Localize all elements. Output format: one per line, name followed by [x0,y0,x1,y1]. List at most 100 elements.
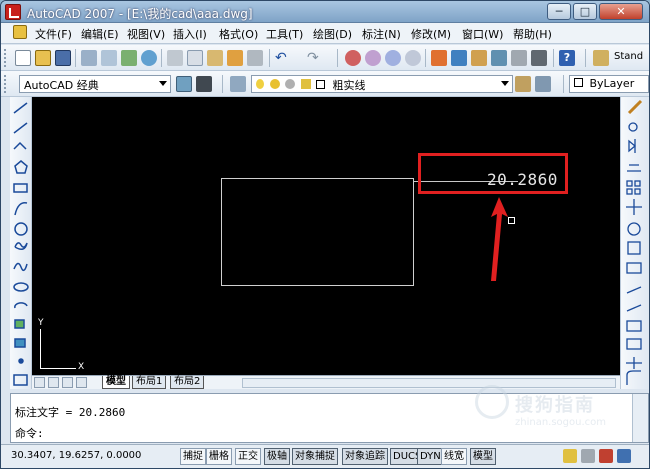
prev-tab-button[interactable] [48,377,59,388]
next-tab-button[interactable] [62,377,73,388]
help-icon[interactable]: ? [559,50,575,66]
watermark-circle-icon [475,385,509,419]
print-icon[interactable] [81,50,97,66]
autocad-app-icon[interactable] [5,4,21,20]
color-combo[interactable]: ByLayer [569,75,649,93]
copy-icon[interactable] [187,50,203,66]
redo-icon[interactable]: ↷ [307,50,323,66]
menu-insert[interactable]: 插入(I) [173,26,207,42]
copy-object-icon [628,122,638,132]
open-icon[interactable] [35,50,51,66]
menu-help[interactable]: 帮助(H) [513,26,552,42]
ellipse-arc-icon [14,302,28,309]
workspace-save-icon[interactable] [196,76,212,92]
rectangle-icon [13,183,28,193]
properties-icon[interactable] [431,50,447,66]
toolbar-separator [337,49,338,67]
design-center-icon[interactable] [451,50,467,66]
red-arrow-annotation [491,197,508,281]
communication-center-icon[interactable] [563,449,577,463]
model-toggle[interactable]: 模型 [470,448,496,465]
dyn-toggle[interactable]: DYN [417,448,444,465]
insert-block-icon [14,319,25,329]
menu-edit[interactable]: 编辑(E) [81,26,119,42]
calculator-icon[interactable] [531,50,547,66]
drawn-rectangle[interactable] [221,178,414,286]
text-style-combo[interactable]: Stand [614,51,643,62]
sheet-set-icon[interactable] [491,50,507,66]
markup-icon[interactable] [511,50,527,66]
match-properties-icon[interactable] [227,50,243,66]
paste-icon[interactable] [207,50,223,66]
array-icon [626,180,633,187]
toolbar-separator [222,75,223,93]
highlight-box [418,153,568,194]
menu-modify[interactable]: 修改(M) [411,26,451,42]
snap-toggle[interactable]: 捕捉 [180,448,206,465]
toolbar-grip[interactable] [4,75,7,93]
tool-palettes-icon[interactable] [471,50,487,66]
ucs-y-axis [40,329,41,369]
toolbar-grip[interactable] [4,49,7,67]
autocad-window: AutoCAD 2007 - [E:\我的cad\aaa.dwg] ─ □ ✕ … [0,0,650,469]
doc-menu-icon[interactable] [13,25,27,39]
publish-icon[interactable] [121,50,137,66]
join-icon [626,338,642,350]
selection-grip[interactable] [508,217,515,224]
3d-publish-icon[interactable] [141,50,157,66]
tab-model[interactable]: 模型 [102,376,130,389]
zoom-window-icon[interactable] [385,50,401,66]
text-style-icon[interactable] [593,50,609,66]
command-prompt[interactable]: 命令: [15,425,44,441]
menu-format[interactable]: 格式(O) [219,26,258,42]
new-icon[interactable] [15,50,31,66]
menu-file[interactable]: 文件(F) [35,26,72,42]
polar-toggle[interactable]: 极轴 [264,448,290,465]
rotate-icon [627,222,641,236]
save-icon[interactable] [55,50,71,66]
menu-draw[interactable]: 绘图(D) [313,26,352,42]
command-scrollbar[interactable] [632,394,648,442]
chevron-down-icon [501,81,509,86]
cut-icon[interactable] [167,50,183,66]
menu-window[interactable]: 窗口(W) [462,26,503,42]
tray-settings-icon[interactable] [599,449,613,463]
undo-icon[interactable]: ↶ [275,50,291,66]
zoom-previous-icon[interactable] [405,50,421,66]
maximize-button[interactable]: □ [573,3,597,20]
otrack-toggle[interactable]: 对象追踪 [342,448,388,465]
last-tab-button[interactable] [76,377,87,388]
block-editor-icon[interactable] [247,50,263,66]
point-icon [18,358,24,364]
layer-freeze-icon [269,79,280,89]
ortho-toggle[interactable]: 正交 [235,448,261,465]
layer-combo[interactable]: 粗实线 [251,75,513,93]
zoom-realtime-icon[interactable] [365,50,381,66]
drawing-canvas[interactable]: 20.2860 Y X [32,97,620,375]
arc-icon [14,202,28,216]
layer-manager-icon[interactable] [230,76,246,92]
lock-icon[interactable] [581,449,595,463]
coordinates-readout[interactable]: 30.3407, 19.6257, 0.0000 [11,450,141,461]
line-icon [13,102,28,114]
menu-tools[interactable]: 工具(T) [266,26,303,42]
color-swatch-icon [574,78,583,87]
tab-layout1[interactable]: 布局1 [132,376,167,389]
tab-layout2[interactable]: 布局2 [170,376,205,389]
first-tab-button[interactable] [34,377,45,388]
menu-view[interactable]: 视图(V) [127,26,165,42]
clean-screen-icon[interactable] [617,449,631,463]
osnap-toggle[interactable]: 对象捕捉 [292,448,338,465]
preview-icon[interactable] [101,50,117,66]
menu-dimension[interactable]: 标注(N) [362,26,401,42]
layer-current-icon[interactable] [515,76,531,92]
workspace-combo[interactable]: AutoCAD 经典 [19,75,171,93]
pan-icon[interactable] [345,50,361,66]
grid-toggle[interactable]: 栅格 [206,448,232,465]
minimize-button[interactable]: ─ [547,3,571,20]
workspace-settings-icon[interactable] [176,76,192,92]
workspace-value: AutoCAD 经典 [24,79,99,92]
lineweight-toggle[interactable]: 线宽 [441,448,467,465]
close-button[interactable]: ✕ [599,3,643,20]
layer-previous-icon[interactable] [535,76,551,92]
